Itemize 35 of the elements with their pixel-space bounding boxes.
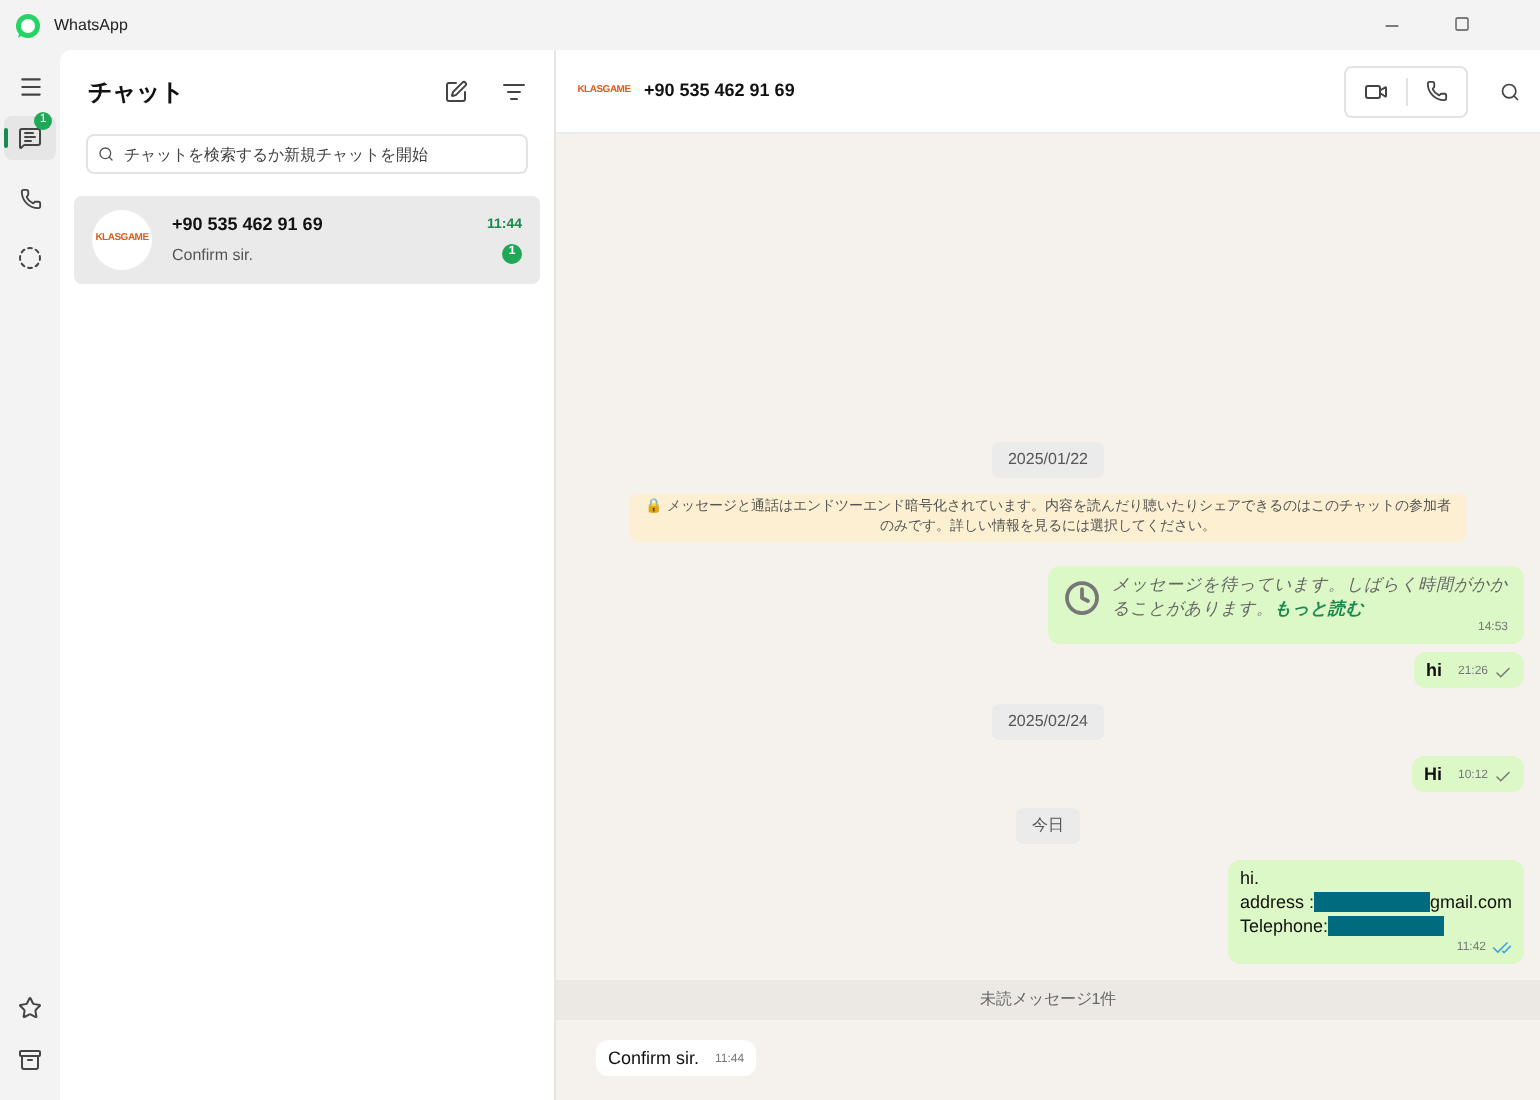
video-call-icon[interactable]	[1364, 79, 1388, 103]
menu-icon[interactable]	[17, 74, 43, 100]
search-icon	[98, 146, 114, 162]
redaction-bar	[1313, 892, 1430, 912]
clock-icon	[1064, 580, 1100, 616]
status-ring-icon	[18, 246, 42, 270]
starred-icon[interactable]	[18, 996, 42, 1020]
message-preview: Confirm sir.	[172, 244, 255, 269]
message-text: Hi	[1423, 762, 1442, 786]
new-chat-icon[interactable]	[444, 80, 468, 104]
message-text: Telephone:	[1239, 914, 1328, 938]
date-chip: 2025/01/22	[991, 442, 1105, 478]
search-icon[interactable]	[1500, 81, 1520, 101]
date-chip: 今日	[1016, 808, 1080, 844]
voice-call-icon[interactable]	[1426, 80, 1448, 102]
app-logo-icon	[14, 11, 42, 39]
contact-name[interactable]: +90 535 462 91 69	[644, 77, 795, 105]
chat-bubble-icon	[18, 126, 42, 150]
window-title: WhatsApp	[54, 13, 128, 37]
phone-icon	[19, 187, 41, 209]
contact-name: +90 535 462 91 69	[172, 211, 325, 238]
waiting-text: メッセージを待っています。しばらく時間がかかることがあります。もっと読む	[1112, 572, 1508, 620]
read-more-link[interactable]: もっと読む	[1274, 598, 1364, 618]
date-chip: 2025/02/24	[991, 704, 1105, 740]
archive-icon[interactable]	[18, 1048, 42, 1072]
message-text: gmail.com	[1429, 890, 1512, 914]
message-text: address :	[1239, 890, 1314, 914]
message-text: Confirm sir.	[608, 1046, 700, 1070]
redaction-bar	[1328, 916, 1444, 936]
maximize-icon[interactable]	[1454, 15, 1470, 31]
panel-title: チャット	[88, 76, 184, 110]
message-text: hi.	[1239, 866, 1259, 890]
message-text: hi	[1425, 658, 1442, 682]
search-field[interactable]: チャットを検索するか新規チャットを開始	[86, 134, 528, 174]
filter-icon[interactable]	[502, 80, 526, 104]
